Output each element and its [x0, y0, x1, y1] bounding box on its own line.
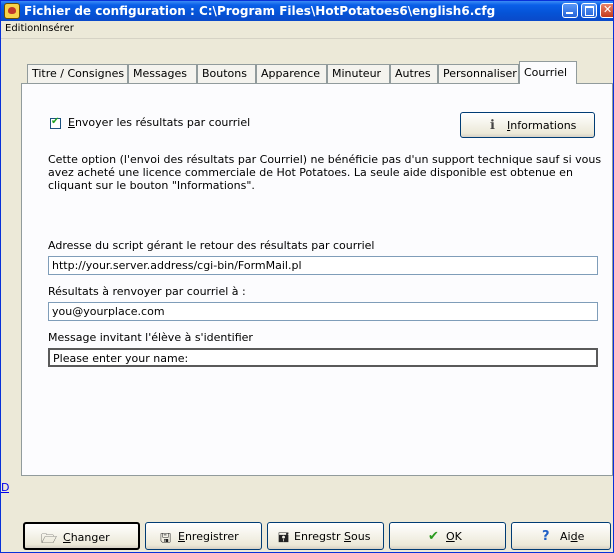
maximize-button[interactable]: [581, 3, 597, 18]
floppy-disk-icon: 🖫: [160, 531, 172, 546]
identify-message-input[interactable]: Please enter your name:: [48, 348, 598, 367]
config-window: Fichier de configuration : C:\Program Fi…: [0, 0, 614, 553]
send-results-checkbox[interactable]: [50, 116, 61, 129]
tab-personnaliser[interactable]: Personnaliser: [438, 64, 519, 83]
script-address-label: Adresse du script gérant le retour des r…: [48, 239, 375, 252]
informations-button[interactable]: ℹ Informations: [460, 112, 595, 138]
title-bar[interactable]: Fichier de configuration : C:\Program Fi…: [1, 1, 613, 21]
tab-courriel[interactable]: Courriel: [519, 61, 577, 84]
tab-boutons[interactable]: Boutons: [197, 64, 256, 83]
save-button[interactable]: 🖫 Enregistrer: [145, 522, 262, 550]
tab-titre-consignes[interactable]: Titre / Consignes: [27, 64, 128, 83]
info-icon: ℹ: [490, 118, 495, 133]
email-recipient-label: Résultats à renvoyer par courriel à :: [48, 285, 246, 298]
side-link[interactable]: D: [1, 481, 9, 494]
folder-open-icon: 🗁: [41, 532, 58, 547]
tab-minuteur[interactable]: Minuteur: [327, 64, 390, 83]
help-button[interactable]: ? Aide: [511, 522, 611, 550]
menu-inserer[interactable]: Insérer: [39, 23, 74, 34]
tab-apparence[interactable]: Apparence: [256, 64, 327, 83]
checkmark-icon: ✔: [428, 529, 439, 544]
tab-messages[interactable]: Messages: [128, 64, 197, 83]
identify-message-label: Message invitant l'élève à s'identifier: [48, 331, 253, 344]
minimize-button[interactable]: [562, 3, 578, 18]
send-results-label[interactable]: Envoyer les résultats par courriel: [68, 116, 250, 129]
tab-autres[interactable]: Autres: [390, 64, 438, 83]
hot-potatoes-app-icon: [4, 3, 20, 19]
menu-bar: Edition Insérer: [1, 21, 613, 39]
courriel-panel: Envoyer les résultats par courriel ℹ Inf…: [21, 83, 613, 476]
email-recipient-input[interactable]: you@yourplace.com: [48, 302, 598, 321]
floppy-save-as-icon: 🖬: [278, 531, 290, 546]
question-mark-icon: ?: [542, 529, 550, 544]
close-button[interactable]: [600, 3, 613, 18]
support-notice: Cette option (l'envoi des résultats par …: [48, 153, 602, 192]
menu-edition[interactable]: Edition: [5, 23, 40, 34]
save-as-button[interactable]: 🖬 Enregstr Sous: [267, 522, 384, 550]
script-address-input[interactable]: http://your.server.address/cgi-bin/FormM…: [48, 256, 598, 275]
window-title: Fichier de configuration : C:\Program Fi…: [24, 4, 496, 18]
change-button[interactable]: 🗁 Changer: [23, 522, 140, 550]
ok-button[interactable]: ✔ OK: [389, 522, 506, 550]
